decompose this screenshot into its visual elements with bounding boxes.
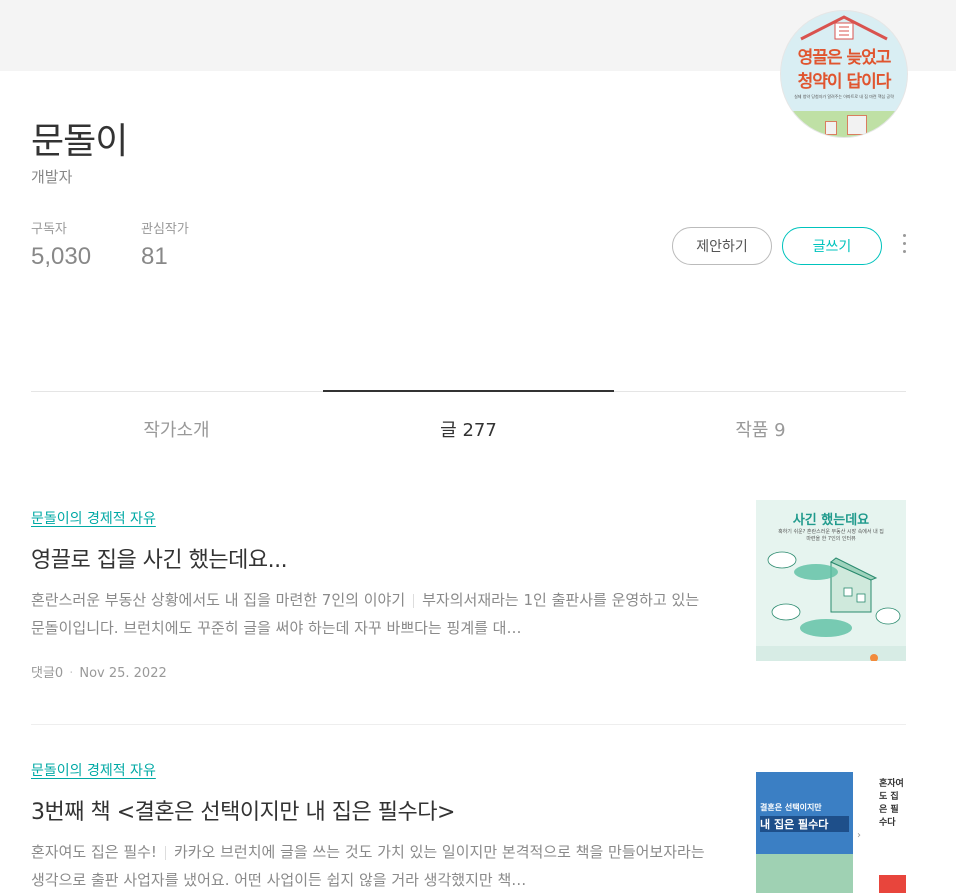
more-options-icon[interactable] <box>898 234 910 260</box>
post-thumbnail[interactable]: 결혼은 선택이지만 내 집은 필수다 › 혼자여도 집은 필수다 <box>756 770 906 893</box>
following-label: 관심작가 <box>141 222 189 237</box>
book-side-accent <box>879 875 906 893</box>
write-button[interactable]: 글쓰기 <box>782 227 882 265</box>
tab-works[interactable]: 작품 9 <box>615 416 906 442</box>
following-count[interactable]: 81 <box>141 243 189 271</box>
post-excerpt-subtitle: 혼자여도 집은 필수! <box>31 843 157 861</box>
active-tab-indicator <box>323 390 614 392</box>
house-illustration <box>756 551 906 661</box>
tab-author-intro[interactable]: 작가소개 <box>31 416 322 442</box>
post-excerpt[interactable]: 혼란스러운 부동산 상황에서도 내 집을 마련한 7인의 이야기 부자의서재라는 … <box>31 586 711 642</box>
avatar-title-line1: 영끌은 늦었고 <box>797 48 892 68</box>
post-date: Nov 25. 2022 <box>79 666 167 681</box>
post-excerpt-subtitle: 혼란스러운 부동산 상황에서도 내 집을 마련한 7인의 이야기 <box>31 591 406 609</box>
meta-separator: · <box>69 666 74 681</box>
post-thumbnail[interactable]: 사긴 했는데요 혹하기 쉬운? 혼란스러운 부동산 시장 속에서 내 집 마련을… <box>756 500 906 661</box>
tab-posts[interactable]: 글 277 <box>323 416 614 442</box>
excerpt-separator <box>413 593 415 608</box>
chevron-right-icon: › <box>857 830 861 841</box>
post-category-link[interactable]: 문돌이의 경제적 자유 <box>31 763 156 779</box>
author-name: 문돌이 <box>31 121 128 162</box>
avatar-building <box>825 121 837 135</box>
avatar[interactable]: 영끌은 늦었고 청약이 답이다 실제 청약 당첨자가 알려주는 아파트로 내 집… <box>780 10 908 138</box>
avatar-subtitle: 실제 청약 당첨자가 알려주는 아파트로 내 집 마련 핵심 공략 <box>794 94 894 99</box>
author-job: 개발자 <box>31 168 73 186</box>
excerpt-separator <box>164 845 166 860</box>
house-roof-icon <box>800 15 888 41</box>
post-comment-count: 댓글0 <box>31 666 64 681</box>
subscribers-label: 구독자 <box>31 222 67 237</box>
subscribers-stat[interactable]: 구독자 5,030 <box>31 218 91 271</box>
post-meta: 댓글0 · Nov 25. 2022 <box>31 662 906 681</box>
following-stat[interactable]: 관심작가 81 <box>141 218 189 271</box>
post-category-link[interactable]: 문돌이의 경제적 자유 <box>31 511 156 527</box>
avatar-title-line2: 청약이 답이다 <box>797 72 892 92</box>
post-divider <box>31 724 906 725</box>
subscribers-count[interactable]: 5,030 <box>31 243 91 271</box>
book-cover-title-b: 내 집은 필수다 <box>760 816 849 832</box>
avatar-building <box>847 115 867 135</box>
book-cover-title-a: 결혼은 선택이지만 <box>760 803 822 812</box>
avatar-ground <box>781 111 907 137</box>
book-cover-illustration <box>756 854 853 893</box>
book-cover: 결혼은 선택이지만 내 집은 필수다 <box>756 772 853 893</box>
post-excerpt[interactable]: 혼자여도 집은 필수! 카카오 브런치에 글을 쓰는 것도 가치 있는 일이지만 … <box>31 838 711 894</box>
book-side-title: 혼자여도 집은 필수다 <box>879 779 904 828</box>
suggest-button[interactable]: 제안하기 <box>672 227 772 265</box>
